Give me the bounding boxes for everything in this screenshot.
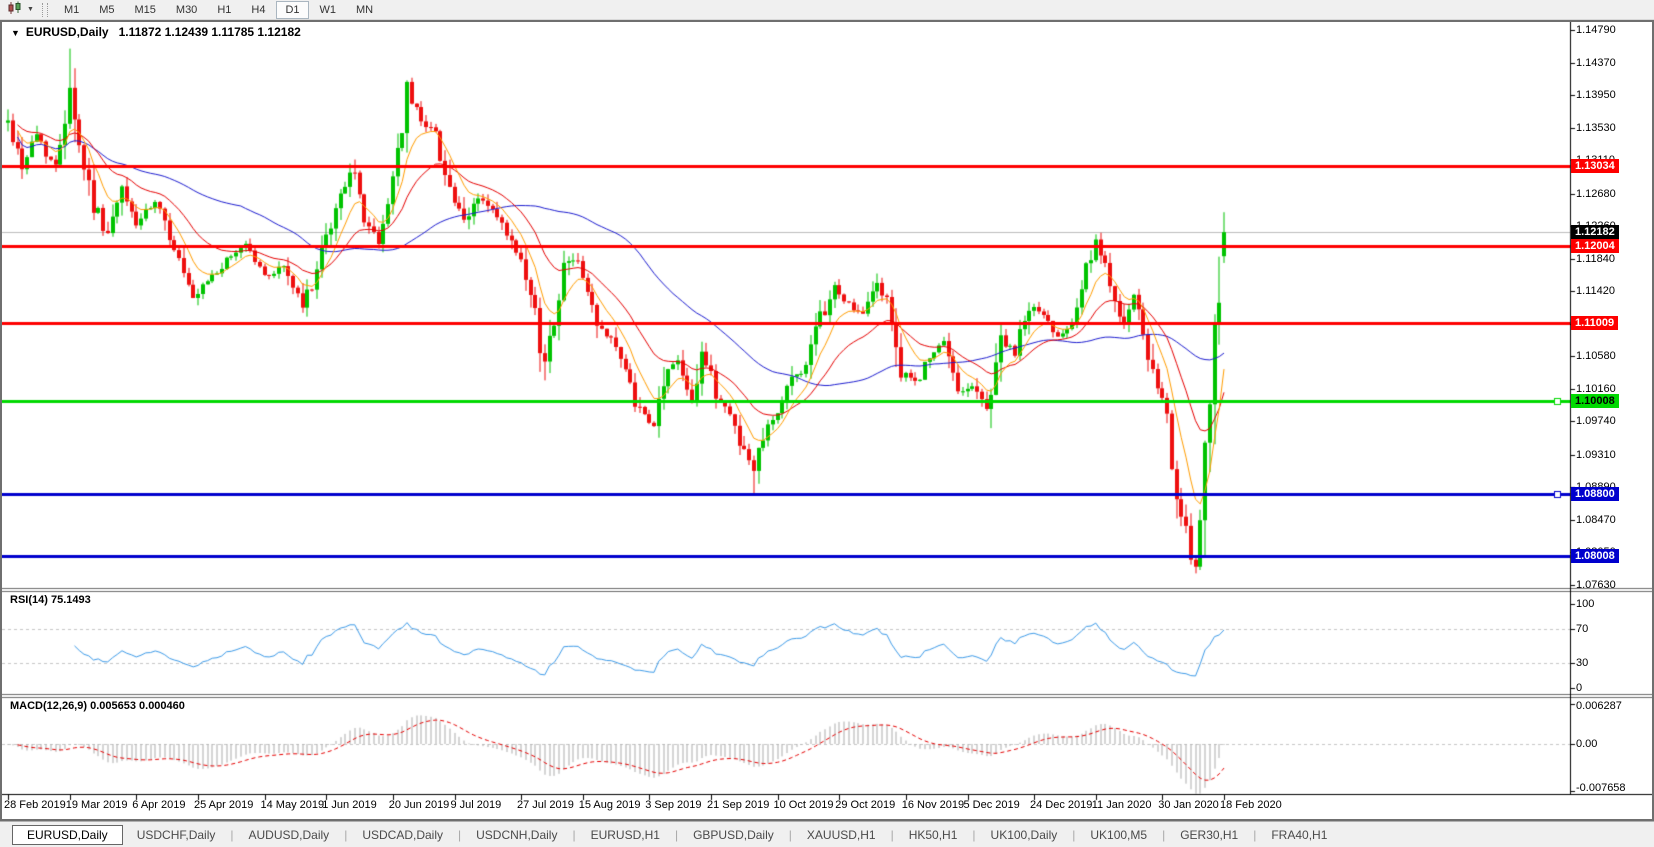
- rsi-axis-tick: 0: [1576, 681, 1582, 695]
- chart-tab-gbpusd-daily[interactable]: GBPUSD,Daily: [679, 826, 788, 844]
- horizontal-line-price-label[interactable]: 1.13034: [1571, 159, 1619, 173]
- chart-type-dropdown-icon[interactable]: ▼: [27, 6, 34, 13]
- candlestick-chart-icon[interactable]: [7, 1, 23, 18]
- horizontal-line-price-label[interactable]: 1.08800: [1571, 487, 1619, 501]
- price-axis-tick: 1.10580: [1576, 349, 1616, 363]
- horizontal-line-price-label[interactable]: 1.08008: [1571, 549, 1619, 563]
- chart-tab-uk100-m5[interactable]: UK100,M5: [1076, 826, 1161, 844]
- date-axis-label: 14 May 2019: [261, 799, 325, 811]
- timeframe-mn-button[interactable]: MN: [347, 1, 382, 19]
- rsi-axis-tick: 30: [1576, 656, 1588, 670]
- chart-tab-bar: EURUSD,DailyUSDCHF,Daily|AUDUSD,Daily|US…: [0, 821, 1654, 847]
- chart-window: ▼ EURUSD,Daily 1.11872 1.12439 1.11785 1.1…: [0, 20, 1654, 821]
- chart-tab-ger30-h1[interactable]: GER30,H1: [1166, 826, 1252, 844]
- chart-tab-hk50-h1[interactable]: HK50,H1: [895, 826, 972, 844]
- timeframe-buttons: M1M5M15M30H1H4D1W1MN: [54, 1, 383, 19]
- date-axis-label: 28 Feb 2019: [4, 799, 66, 811]
- rsi-indicator-label: RSI(14) 75.1493: [10, 594, 91, 606]
- chart-ohlc-values: 1.11872 1.12439 1.11785 1.12182: [119, 25, 301, 39]
- chart-tab-usdcad-daily[interactable]: USDCAD,Daily: [348, 826, 457, 844]
- rsi-axis-tick: 70: [1576, 622, 1588, 636]
- timeframe-h4-button[interactable]: H4: [242, 1, 274, 19]
- timeframe-m1-button[interactable]: M1: [55, 1, 88, 19]
- macd-indicator-label: MACD(12,26,9) 0.005653 0.000460: [10, 700, 185, 712]
- timeframe-d1-button[interactable]: D1: [276, 1, 308, 19]
- date-axis-label: 29 Oct 2019: [835, 799, 895, 811]
- date-axis-label: 27 Jul 2019: [517, 799, 574, 811]
- date-axis-label: 1 Jun 2019: [322, 799, 376, 811]
- chart-tab-eurusd-h1[interactable]: EURUSD,H1: [577, 826, 674, 844]
- price-chart-canvas[interactable]: [2, 22, 1652, 819]
- macd-axis-tick: -0.007658: [1576, 781, 1626, 795]
- date-axis-label: 30 Jan 2020: [1158, 799, 1219, 811]
- horizontal-line-price-label[interactable]: 1.12004: [1571, 239, 1619, 253]
- chart-type-group: ▼: [0, 1, 38, 18]
- chart-symbol-period: EURUSD,Daily: [26, 25, 109, 39]
- date-axis-label: 3 Sep 2019: [645, 799, 701, 811]
- date-axis-label: 18 Feb 2020: [1220, 799, 1282, 811]
- date-axis-label: 5 Dec 2019: [964, 799, 1020, 811]
- date-axis-label: 15 Aug 2019: [579, 799, 641, 811]
- price-axis-tick: 1.14790: [1576, 23, 1616, 37]
- timeframe-m30-button[interactable]: M30: [167, 1, 206, 19]
- price-axis-tick: 1.13950: [1576, 88, 1616, 102]
- date-axis-label: 10 Oct 2019: [774, 799, 834, 811]
- collapse-chart-icon[interactable]: ▼: [11, 28, 20, 38]
- rsi-axis-tick: 100: [1576, 597, 1594, 611]
- macd-axis-tick: 0.006287: [1576, 699, 1622, 713]
- horizontal-line-price-label[interactable]: 1.11009: [1571, 316, 1618, 330]
- chart-tab-usdcnh-daily[interactable]: USDCNH,Daily: [462, 826, 571, 844]
- date-axis-label: 24 Dec 2019: [1030, 799, 1092, 811]
- price-axis-tick: 1.11840: [1576, 252, 1615, 266]
- price-axis-tick: 1.13530: [1576, 121, 1616, 135]
- macd-axis-tick: 0.00: [1576, 737, 1597, 751]
- date-axis-label: 19 Mar 2019: [66, 799, 128, 811]
- date-axis-label: 11 Jan 2020: [1092, 799, 1152, 811]
- chart-tab-xauusd-h1[interactable]: XAUUSD,H1: [793, 826, 890, 844]
- date-axis-label: 16 Nov 2019: [902, 799, 964, 811]
- current-price-label: 1.12182: [1571, 225, 1619, 239]
- timeframes-toolbar: ▼ M1M5M15M30H1H4D1W1MN: [0, 0, 1654, 20]
- price-axis-tick: 1.07630: [1576, 578, 1616, 592]
- timeframe-w1-button[interactable]: W1: [311, 1, 346, 19]
- date-axis-label: 21 Sep 2019: [707, 799, 769, 811]
- price-axis-tick: 1.09740: [1576, 414, 1616, 428]
- price-axis-tick: 1.08470: [1576, 513, 1616, 527]
- date-axis-label: 25 Apr 2019: [194, 799, 253, 811]
- chart-tab-eurusd-daily[interactable]: EURUSD,Daily: [12, 825, 123, 845]
- date-axis-label: 9 Jul 2019: [451, 799, 502, 811]
- price-axis-tick: 1.11420: [1576, 284, 1615, 298]
- timeframe-m5-button[interactable]: M5: [90, 1, 123, 19]
- chart-title: ▼ EURUSD,Daily 1.11872 1.12439 1.11785 1.1…: [11, 25, 301, 39]
- price-axis-tick: 1.09310: [1576, 448, 1616, 462]
- toolbar-separator: [42, 3, 48, 17]
- chart-tab-usdchf-daily[interactable]: USDCHF,Daily: [123, 826, 230, 844]
- price-axis-tick: 1.12680: [1576, 187, 1616, 201]
- date-axis-label: 20 Jun 2019: [389, 799, 450, 811]
- chart-tab-uk100-daily[interactable]: UK100,Daily: [977, 826, 1072, 844]
- timeframe-m15-button[interactable]: M15: [126, 1, 165, 19]
- horizontal-line-price-label[interactable]: 1.10008: [1571, 394, 1619, 408]
- date-axis-label: 6 Apr 2019: [132, 799, 185, 811]
- chart-tab-fra40-h1[interactable]: FRA40,H1: [1257, 826, 1341, 844]
- timeframe-h1-button[interactable]: H1: [208, 1, 240, 19]
- price-axis-tick: 1.14370: [1576, 56, 1616, 70]
- mt4-terminal: ▼ M1M5M15M30H1H4D1W1MN ▼ EURUSD,Daily 1.11…: [0, 0, 1654, 847]
- chart-tab-audusd-daily[interactable]: AUDUSD,Daily: [235, 826, 344, 844]
